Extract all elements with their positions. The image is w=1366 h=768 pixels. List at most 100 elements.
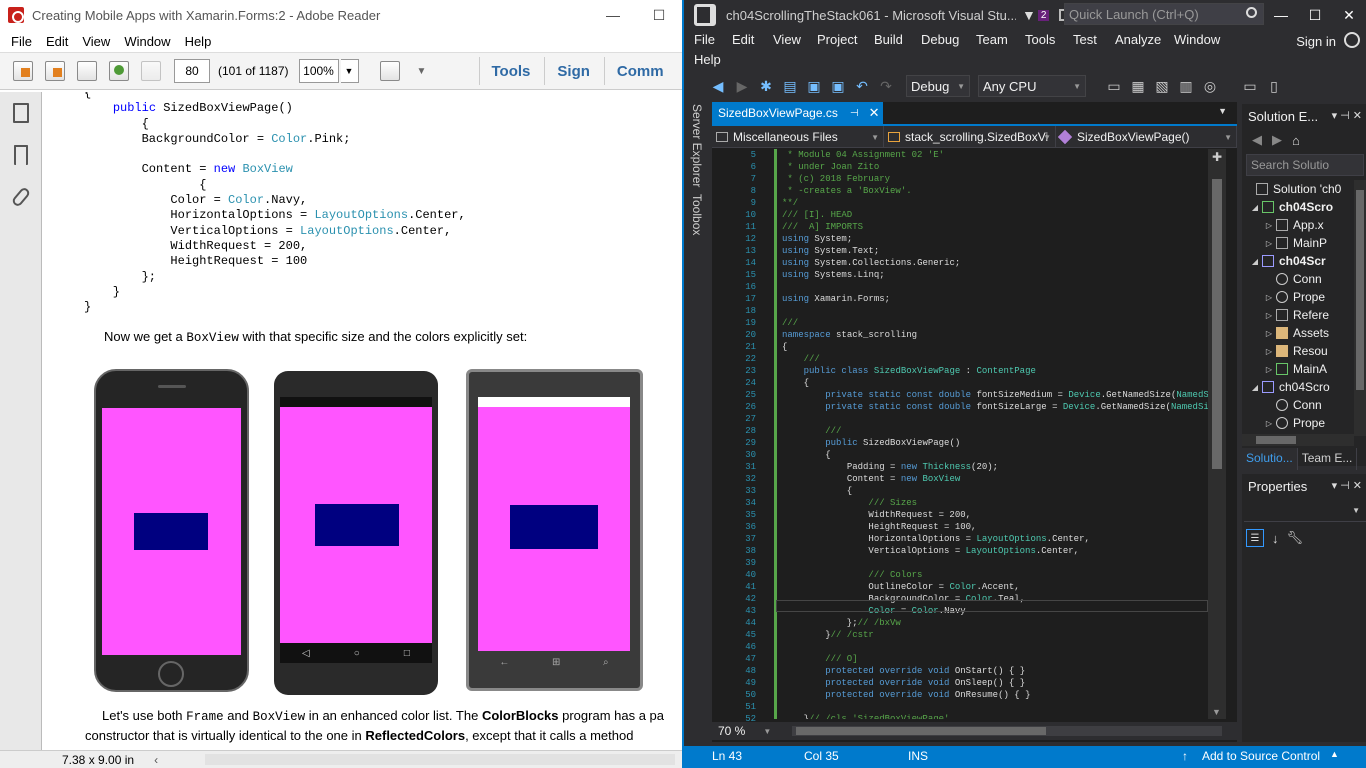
- menu-help[interactable]: Help: [178, 34, 219, 49]
- pin-icon[interactable]: ⊣: [850, 108, 859, 119]
- tree-horizontal-scrollbar[interactable]: [1242, 434, 1354, 446]
- member-dropdown[interactable]: SizedBoxViewPage() ▼: [1056, 126, 1237, 148]
- menu-file[interactable]: File: [694, 32, 715, 47]
- redo-icon[interactable]: ↷: [876, 76, 896, 96]
- edit-icon[interactable]: [72, 57, 102, 85]
- menu-window[interactable]: Window: [117, 34, 177, 49]
- back-icon[interactable]: ◀: [1252, 132, 1262, 148]
- toolbox-tab[interactable]: Toolbox: [690, 194, 704, 235]
- minimize-icon[interactable]: —: [1264, 0, 1298, 30]
- scroll-left-icon[interactable]: ‹: [154, 753, 158, 767]
- sign-in-link[interactable]: Sign in: [1296, 34, 1336, 49]
- minimize-icon[interactable]: —: [590, 0, 636, 30]
- tree-item[interactable]: ▷ MainP: [1242, 234, 1354, 252]
- zoom-level[interactable]: 70 %: [718, 724, 745, 738]
- panel-controls-icon[interactable]: ▾ ⊣ ✕: [1332, 109, 1362, 122]
- bookmarks-icon[interactable]: [0, 134, 42, 176]
- menu-edit[interactable]: Edit: [732, 32, 754, 47]
- create-pdf-icon[interactable]: [8, 57, 38, 85]
- menu-help[interactable]: Help: [694, 52, 721, 67]
- close-icon[interactable]: ✕: [1332, 0, 1366, 30]
- toolbar-icon-4[interactable]: ▥: [1176, 76, 1196, 96]
- filter-icon[interactable]: ▼: [1022, 7, 1036, 23]
- type-dropdown[interactable]: stack_scrolling.SizedBoxVi ▼: [884, 126, 1056, 148]
- toolbar-icon-1[interactable]: ▭: [1104, 76, 1124, 96]
- toolbar-icon-5[interactable]: ◎: [1200, 76, 1220, 96]
- fit-page-icon[interactable]: [375, 57, 405, 85]
- tab-solution-explorer[interactable]: Solutio...: [1242, 448, 1298, 470]
- menu-view[interactable]: View: [773, 32, 801, 47]
- editor-horizontal-scrollbar[interactable]: [792, 726, 1222, 736]
- toolbar-icon-2[interactable]: ▦: [1128, 76, 1148, 96]
- tree-vertical-scrollbar[interactable]: [1354, 180, 1366, 436]
- save-icon[interactable]: [136, 57, 166, 85]
- tree-item[interactable]: ◢ ch04Scr: [1242, 252, 1354, 270]
- save-all-icon[interactable]: ▣: [828, 76, 848, 96]
- panel-controls-icon[interactable]: ▾ ⊣ ✕: [1332, 479, 1362, 492]
- tree-item[interactable]: ▷ Refere: [1242, 306, 1354, 324]
- open-icon[interactable]: [40, 57, 70, 85]
- alphabetical-icon[interactable]: ↓: [1272, 531, 1279, 546]
- maximize-icon[interactable]: ☐: [1298, 0, 1332, 30]
- wrench-icon[interactable]: 🔧︎: [1287, 530, 1304, 546]
- attachments-icon[interactable]: [0, 176, 42, 218]
- user-icon[interactable]: [1344, 32, 1360, 48]
- zoom-input[interactable]: 100%: [298, 59, 339, 83]
- horizontal-scrollbar[interactable]: [205, 754, 675, 765]
- new-project-icon[interactable]: ✱: [756, 76, 776, 96]
- menu-edit[interactable]: Edit: [39, 34, 75, 49]
- menu-window[interactable]: Window: [1174, 32, 1220, 47]
- menu-team[interactable]: Team: [976, 32, 1008, 47]
- add-to-source-control[interactable]: Add to Source Control: [1202, 749, 1320, 763]
- solution-search-input[interactable]: Search Solutio: [1246, 154, 1364, 176]
- page-number-input[interactable]: 80: [174, 59, 210, 83]
- open-icon[interactable]: ▤: [780, 76, 800, 96]
- menu-test[interactable]: Test: [1073, 32, 1097, 47]
- categorized-icon[interactable]: ☰: [1246, 529, 1264, 547]
- notification-badge[interactable]: 2: [1037, 9, 1050, 21]
- editor-vertical-scrollbar[interactable]: ▼: [1208, 149, 1226, 719]
- menu-file[interactable]: File: [4, 34, 39, 49]
- tree-item[interactable]: ▷ Prope: [1242, 288, 1354, 306]
- tree-item[interactable]: Solution 'ch0: [1242, 180, 1354, 198]
- upload-icon[interactable]: [104, 57, 134, 85]
- menu-view[interactable]: View: [75, 34, 117, 49]
- tools-link[interactable]: Tools: [478, 57, 543, 85]
- close-tab-icon[interactable]: ✕: [869, 105, 880, 121]
- back-icon[interactable]: ◀: [708, 76, 728, 96]
- tree-item[interactable]: ◢ ch04Scro: [1242, 378, 1354, 396]
- undo-icon[interactable]: ↶: [852, 76, 872, 96]
- server-explorer-tab[interactable]: Server Explorer: [690, 104, 704, 187]
- project-dropdown[interactable]: Miscellaneous Files ▼: [712, 126, 884, 148]
- menu-tools[interactable]: Tools: [1025, 32, 1055, 47]
- home-icon[interactable]: ⌂: [1292, 133, 1300, 148]
- maximize-icon[interactable]: ☐: [636, 0, 682, 30]
- zoom-dropdown-icon[interactable]: ▼: [340, 59, 359, 83]
- menu-project[interactable]: Project: [817, 32, 857, 47]
- quick-launch-input[interactable]: Quick Launch (Ctrl+Q): [1064, 3, 1264, 25]
- tree-item[interactable]: ▷ Prope: [1242, 414, 1354, 432]
- menu-analyze[interactable]: Analyze: [1115, 32, 1161, 47]
- menu-build[interactable]: Build: [874, 32, 903, 47]
- comment-link[interactable]: Comm: [603, 57, 676, 85]
- platform-select[interactable]: Any CPU ▼: [978, 75, 1086, 97]
- tree-item[interactable]: ▷ Resou: [1242, 342, 1354, 360]
- tree-item[interactable]: ▷ MainA: [1242, 360, 1354, 378]
- tab-team-explorer[interactable]: Team E...: [1298, 448, 1358, 470]
- properties-object-select[interactable]: ▼: [1244, 500, 1366, 522]
- toolbar-icon-6[interactable]: ▭: [1240, 76, 1260, 96]
- tree-item[interactable]: ▷ App.x: [1242, 216, 1354, 234]
- tree-item[interactable]: Conn: [1242, 270, 1354, 288]
- forward-icon[interactable]: ▶: [1272, 132, 1282, 148]
- zoom-dropdown-icon[interactable]: ▼: [763, 727, 771, 736]
- configuration-select[interactable]: Debug ▼: [906, 75, 970, 97]
- code-text[interactable]: * Module 04 Assignment 02 'E' * under Jo…: [776, 149, 1208, 719]
- sign-link[interactable]: Sign: [544, 57, 602, 85]
- pages-panel-icon[interactable]: [0, 92, 42, 134]
- tree-item[interactable]: Conn: [1242, 396, 1354, 414]
- toolbar-more-icon[interactable]: ▼: [407, 57, 437, 85]
- forward-icon[interactable]: ▶: [732, 76, 752, 96]
- menu-debug[interactable]: Debug: [921, 32, 959, 47]
- document-tab[interactable]: SizedBoxViewPage.cs ⊣ ✕: [712, 102, 884, 124]
- tab-list-dropdown-icon[interactable]: ▼: [1218, 106, 1227, 116]
